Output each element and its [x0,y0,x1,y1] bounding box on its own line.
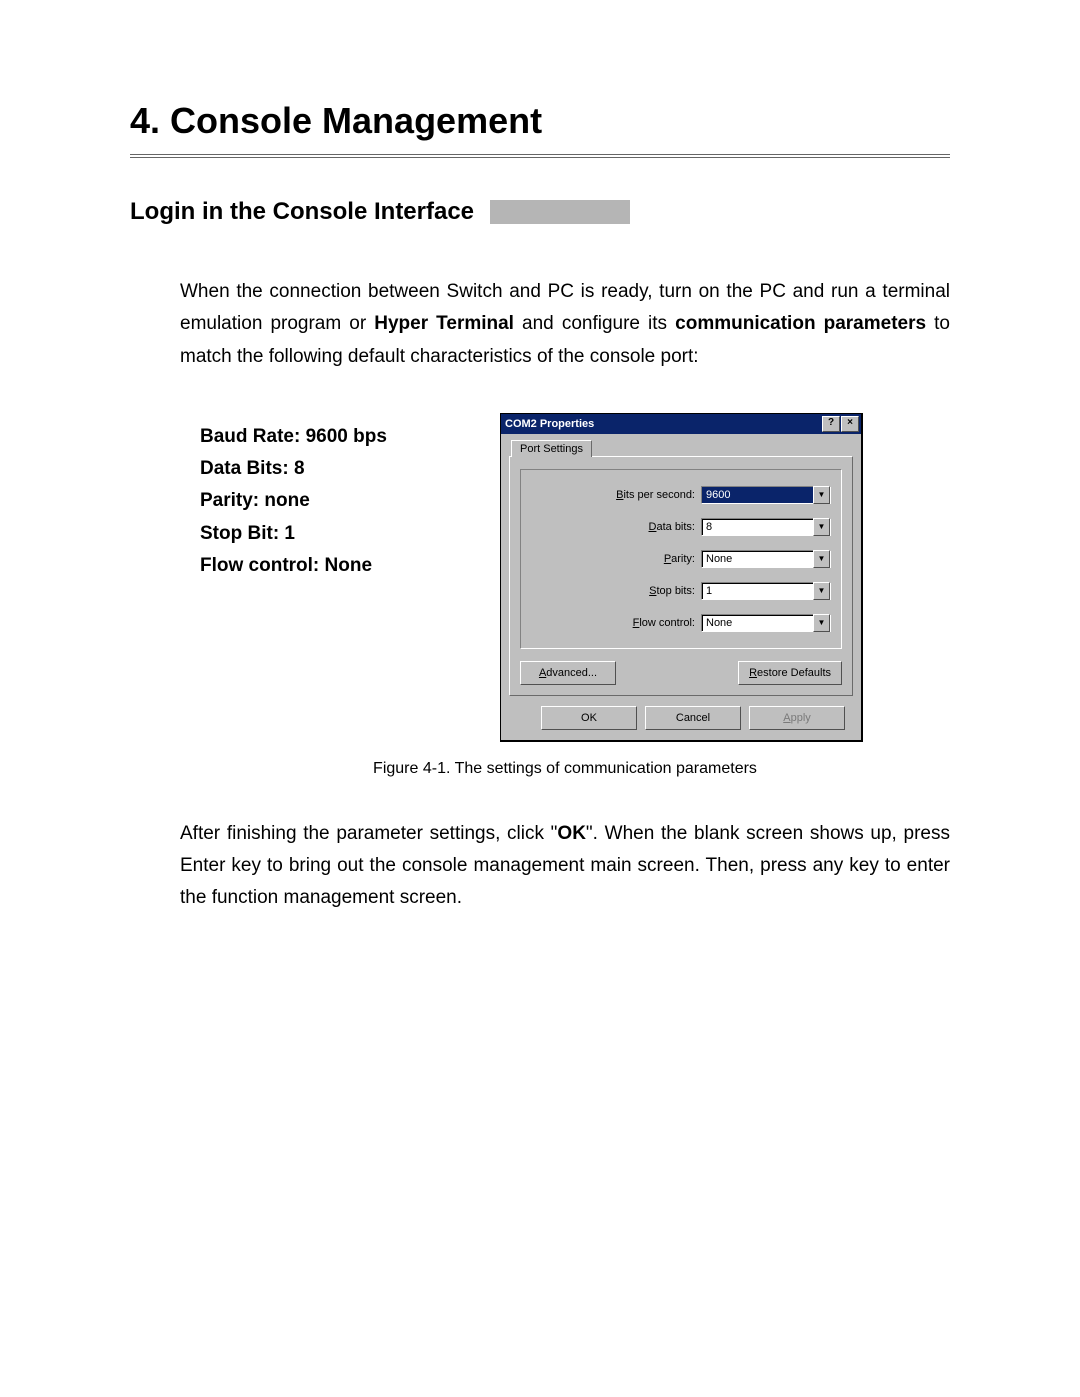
outro-text-1: After finishing the parameter settings, … [180,823,557,844]
select-parity[interactable]: None ▼ [701,550,831,568]
restore-defaults-button[interactable]: Restore Defaults [738,661,842,685]
label-bits-per-second: Bits per second: [616,489,695,501]
outro-paragraph: After finishing the parameter settings, … [180,818,950,915]
close-icon[interactable]: × [841,416,859,432]
chevron-down-icon[interactable]: ▼ [813,614,830,632]
row-parity: Parity: None ▼ [531,550,831,568]
parameter-list: Baud Rate: 9600 bps Data Bits: 8 Parity:… [200,413,460,582]
help-icon[interactable]: ? [822,416,840,432]
param-parity: Parity: none [200,485,460,517]
figure-caption: Figure 4-1. The settings of communicatio… [180,760,950,778]
tab-port-settings[interactable]: Port Settings [511,440,592,457]
title-divider [130,154,950,158]
section-title-bar [490,200,630,224]
advanced-button[interactable]: Advanced... [520,661,616,685]
com-properties-dialog: COM2 Properties ? × Port Settings Bits p… [500,413,863,742]
select-stop-bits[interactable]: 1 ▼ [701,582,831,600]
select-data-bits-value: 8 [702,519,813,535]
row-flow-control: Flow control: None ▼ [531,614,831,632]
page-title: 4. Console Management [130,100,950,142]
row-data-bits: Data bits: 8 ▼ [531,518,831,536]
ok-button[interactable]: OK [541,706,637,730]
tab-panel: Bits per second: 9600 ▼ Data bits: [509,456,853,696]
select-stop-bits-value: 1 [702,583,813,599]
param-flow-control: Flow control: None [200,550,460,582]
param-stop-bit: Stop Bit: 1 [200,518,460,550]
select-flow-control[interactable]: None ▼ [701,614,831,632]
label-flow-control: Flow control: [633,617,695,629]
intro-text-2: and configure its [514,313,675,334]
param-baud-rate: Baud Rate: 9600 bps [200,421,460,453]
outro-bold: OK [557,823,586,844]
label-stop-bits: Stop bits: [649,585,695,597]
dialog-titlebar[interactable]: COM2 Properties ? × [501,414,861,434]
select-data-bits[interactable]: 8 ▼ [701,518,831,536]
select-flow-control-value: None [702,615,813,631]
param-data-bits: Data Bits: 8 [200,453,460,485]
section-title: Login in the Console Interface [130,198,474,226]
select-bits-per-second[interactable]: 9600 ▼ [701,486,831,504]
row-stop-bits: Stop bits: 1 ▼ [531,582,831,600]
chevron-down-icon[interactable]: ▼ [813,518,830,536]
label-data-bits: Data bits: [649,521,695,533]
select-bits-per-second-value: 9600 [702,487,813,503]
row-bits-per-second: Bits per second: 9600 ▼ [531,486,831,504]
select-parity-value: None [702,551,813,567]
chevron-down-icon[interactable]: ▼ [813,486,830,504]
intro-bold-1: Hyper Terminal [374,313,514,334]
chevron-down-icon[interactable]: ▼ [813,550,830,568]
dialog-title: COM2 Properties [505,418,594,430]
label-parity: Parity: [664,553,695,565]
cancel-button[interactable]: Cancel [645,706,741,730]
intro-paragraph: When the connection between Switch and P… [180,276,950,373]
apply-button[interactable]: Apply [749,706,845,730]
intro-bold-2: communication parameters [675,313,926,334]
chevron-down-icon[interactable]: ▼ [813,582,830,600]
